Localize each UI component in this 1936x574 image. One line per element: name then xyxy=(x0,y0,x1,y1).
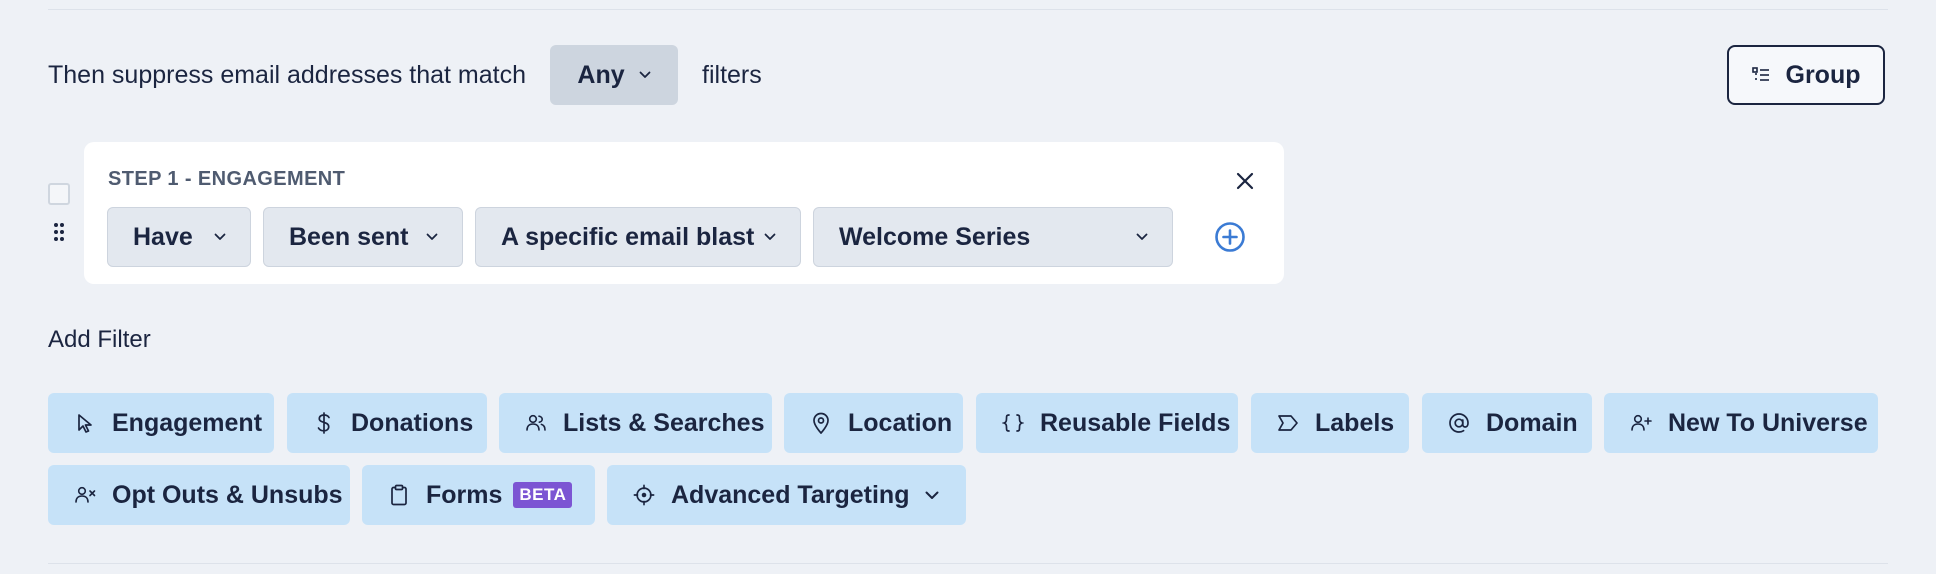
filter-chip-location[interactable]: Location xyxy=(784,393,963,453)
email-blast-select[interactable]: Welcome Series xyxy=(813,207,1173,267)
match-any-value: Any xyxy=(577,60,625,89)
match-any-select[interactable]: Any xyxy=(550,45,679,105)
have-select[interactable]: Have xyxy=(107,207,251,267)
drag-handle-icon[interactable] xyxy=(51,222,67,242)
group-list-icon xyxy=(1751,67,1770,83)
filter-chip-label: Location xyxy=(848,408,953,437)
map-pin-icon xyxy=(810,412,832,434)
step-title: STEP 1 - ENGAGEMENT xyxy=(108,168,346,190)
filter-chip-label: Labels xyxy=(1315,408,1395,437)
at-sign-icon xyxy=(1448,412,1470,434)
curly-braces-icon xyxy=(1002,412,1024,434)
group-button-label: Group xyxy=(1785,60,1861,89)
users-icon xyxy=(525,412,547,434)
filter-chip-label: Forms xyxy=(426,480,503,509)
filter-chip-domain[interactable]: Domain xyxy=(1422,393,1592,453)
filter-chip-labels[interactable]: Labels xyxy=(1251,393,1409,453)
chevron-down-icon xyxy=(214,233,226,241)
filter-step-card: STEP 1 - ENGAGEMENT Have Been sent A spe… xyxy=(84,142,1284,284)
filter-chip-reusable-fields[interactable]: Reusable Fields xyxy=(976,393,1238,453)
filter-chip-advanced-targeting[interactable]: Advanced Targeting xyxy=(607,465,966,525)
target-select-value: A specific email blast xyxy=(501,222,755,251)
dollar-sign-icon xyxy=(313,412,335,434)
close-icon[interactable] xyxy=(1230,166,1260,196)
have-select-value: Have xyxy=(133,222,193,251)
action-select[interactable]: Been sent xyxy=(263,207,463,267)
suppress-match-row: Then suppress email addresses that match… xyxy=(48,45,762,105)
chevron-down-icon xyxy=(925,491,939,500)
cursor-pointer-icon xyxy=(74,412,96,434)
filter-chip-label: Reusable Fields xyxy=(1040,408,1231,437)
filter-chip-forms[interactable]: Forms BETA xyxy=(362,465,595,525)
filter-chip-new-to-universe[interactable]: New To Universe xyxy=(1604,393,1878,453)
top-divider xyxy=(48,9,1888,10)
clipboard-icon xyxy=(388,484,410,506)
user-plus-icon xyxy=(1630,412,1652,434)
filter-chip-label: Advanced Targeting xyxy=(671,480,910,509)
suppress-suffix-text: filters xyxy=(702,60,762,89)
add-filter-heading: Add Filter xyxy=(48,326,151,353)
bottom-divider xyxy=(48,563,1888,564)
crosshair-target-icon xyxy=(633,484,655,506)
add-condition-plus-icon[interactable] xyxy=(1214,221,1246,253)
filter-chip-donations[interactable]: Donations xyxy=(287,393,487,453)
filter-chip-lists-searches[interactable]: Lists & Searches xyxy=(499,393,772,453)
target-select[interactable]: A specific email blast xyxy=(475,207,801,267)
action-select-value: Been sent xyxy=(289,222,409,251)
suppress-prefix-text: Then suppress email addresses that match xyxy=(48,60,527,89)
chevron-down-icon xyxy=(764,233,776,241)
chevron-down-icon xyxy=(426,233,438,241)
email-blast-select-value: Welcome Series xyxy=(839,222,1031,251)
filter-chip-engagement[interactable]: Engagement xyxy=(48,393,274,453)
filter-chip-label: Domain xyxy=(1486,408,1578,437)
beta-badge: BETA xyxy=(513,482,573,508)
chevron-down-icon xyxy=(639,71,651,79)
chevron-down-icon xyxy=(1136,233,1148,241)
filter-chip-label: New To Universe xyxy=(1668,408,1868,437)
filter-chip-label: Donations xyxy=(351,408,474,437)
filter-chip-label: Opt Outs & Unsubs xyxy=(112,480,343,509)
filter-chip-opt-outs-unsubs[interactable]: Opt Outs & Unsubs xyxy=(48,465,350,525)
step-select-checkbox[interactable] xyxy=(48,183,70,205)
filter-chip-label: Lists & Searches xyxy=(563,408,765,437)
group-button[interactable]: Group xyxy=(1727,45,1885,105)
user-remove-icon xyxy=(74,484,96,506)
filter-chip-label: Engagement xyxy=(112,408,263,437)
label-tag-icon xyxy=(1277,412,1299,434)
